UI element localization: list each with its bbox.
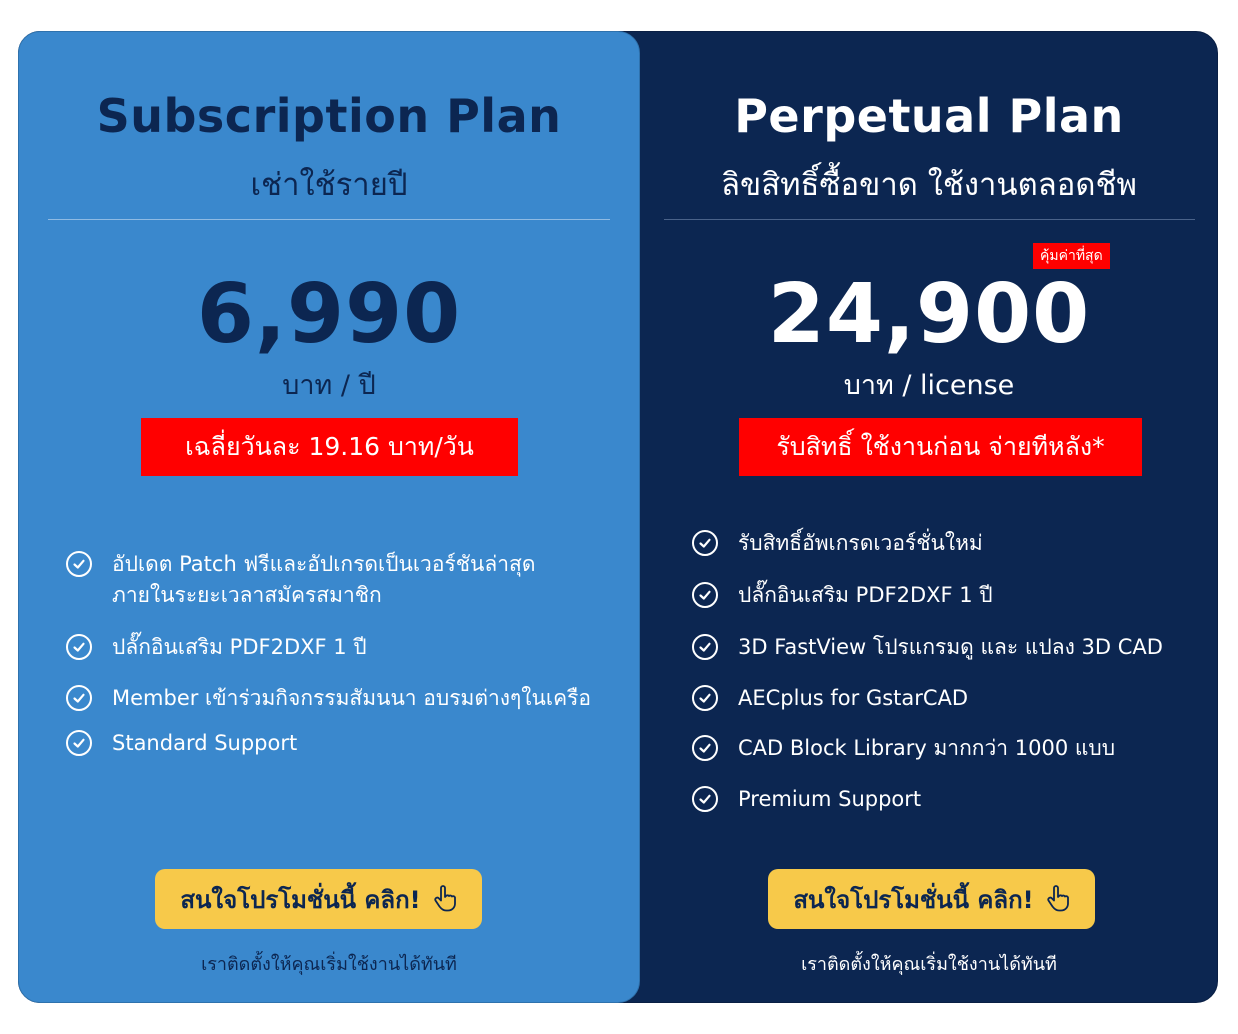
check-circle-icon [692, 735, 718, 761]
feature-text: รับสิทธิ์อัพเกรดเวอร์ชั่นใหม่ [738, 531, 983, 555]
feature-item: CAD Block Library มากกว่า 1000 แบบ [692, 733, 1115, 764]
perpetual-price: 24,900 [767, 267, 1091, 362]
check-circle-icon [66, 551, 92, 577]
subscription-divider [48, 219, 610, 220]
subscription-price: 6,990 [196, 267, 462, 362]
pricing-comparison: Subscription Plan เช่าใช้รายปี 6,990 บาท… [18, 31, 1218, 1003]
subscription-promo-banner: เฉลี่ยวันละ 19.16 บาท/วัน [141, 418, 518, 476]
feature-item: ปลั๊กอินเสริม PDF2DXF 1 ปี [692, 580, 993, 611]
check-circle-icon [692, 786, 718, 812]
hand-pointer-icon [433, 885, 457, 913]
feature-text: AECplus for GstarCAD [738, 686, 969, 710]
feature-text: Standard Support [112, 731, 298, 755]
subscription-cta-button[interactable]: สนใจโปรโมชั่นนี้ คลิก! [155, 869, 482, 929]
hand-pointer-icon [1046, 885, 1070, 913]
perpetual-divider [664, 219, 1195, 220]
check-circle-icon [66, 634, 92, 660]
perpetual-install-note: เราติดตั้งให้คุณเริ่มใช้งานได้ทันที [801, 954, 1057, 975]
check-circle-icon [692, 582, 718, 608]
feature-text: อัปเดต Patch ฟรีและอัปเกรดเป็นเวอร์ชันล่… [112, 549, 535, 611]
perpetual-price-unit: บาท / license [843, 370, 1015, 401]
check-circle-icon [66, 730, 92, 756]
check-circle-icon [66, 685, 92, 711]
check-circle-icon [692, 530, 718, 556]
feature-line: อัปเดต Patch ฟรีและอัปเกรดเป็นเวอร์ชันล่… [112, 552, 536, 576]
feature-item: รับสิทธิ์อัพเกรดเวอร์ชั่นใหม่ [692, 528, 983, 559]
feature-item: Premium Support [692, 784, 921, 815]
feature-item: Member เข้าร่วมกิจกรรมสัมนนา อบรมต่างๆใน… [66, 683, 591, 714]
subscription-install-note: เราติดตั้งให้คุณเริ่มใช้งานได้ทันที [201, 954, 457, 975]
feature-text: Member เข้าร่วมกิจกรรมสัมนนา อบรมต่างๆใน… [112, 686, 592, 710]
feature-text: Premium Support [738, 787, 922, 811]
feature-text: CAD Block Library มากกว่า 1000 แบบ [738, 736, 1116, 760]
check-circle-icon [692, 685, 718, 711]
feature-line: ภายในระยะเวลาสมัครสมาชิก [112, 583, 382, 607]
perpetual-plan-title: Perpetual Plan [734, 89, 1124, 143]
perpetual-cta-button[interactable]: สนใจโปรโมชั่นนี้ คลิก! [768, 869, 1095, 929]
check-circle-icon [692, 634, 718, 660]
subscription-price-unit: บาท / ปี [282, 370, 376, 401]
best-value-badge: คุ้มค่าที่สุด [1033, 243, 1110, 269]
feature-text: ปลั๊กอินเสริม PDF2DXF 1 ปี [112, 635, 367, 659]
perpetual-plan-subtitle: ลิขสิทธิ์ซื้อขาด ใช้งานตลอดชีพ [721, 167, 1137, 203]
subscription-plan-panel: Subscription Plan เช่าใช้รายปี 6,990 บาท… [18, 31, 640, 1003]
feature-item: 3D FastView โปรแกรมดู และ แปลง 3D CAD [692, 632, 1163, 663]
feature-item: Standard Support [66, 728, 297, 759]
feature-item: ปลั๊กอินเสริม PDF2DXF 1 ปี [66, 632, 367, 663]
feature-text: 3D FastView โปรแกรมดู และ แปลง 3D CAD [738, 635, 1163, 659]
feature-item: อัปเดต Patch ฟรีและอัปเกรดเป็นเวอร์ชันล่… [66, 549, 535, 611]
subscription-plan-subtitle: เช่าใช้รายปี [250, 167, 408, 203]
cta-label: สนใจโปรโมชั่นนี้ คลิก! [793, 885, 1034, 914]
perpetual-plan-panel: Perpetual Plan ลิขสิทธิ์ซื้อขาด ใช้งานตล… [640, 31, 1218, 1003]
cta-label: สนใจโปรโมชั่นนี้ คลิก! [180, 885, 421, 914]
feature-text: ปลั๊กอินเสริม PDF2DXF 1 ปี [738, 583, 993, 607]
feature-item: AECplus for GstarCAD [692, 683, 968, 714]
perpetual-promo-banner: รับสิทธิ์ ใช้งานก่อน จ่ายทีหลัง* [739, 418, 1142, 476]
subscription-plan-title: Subscription Plan [96, 89, 562, 143]
